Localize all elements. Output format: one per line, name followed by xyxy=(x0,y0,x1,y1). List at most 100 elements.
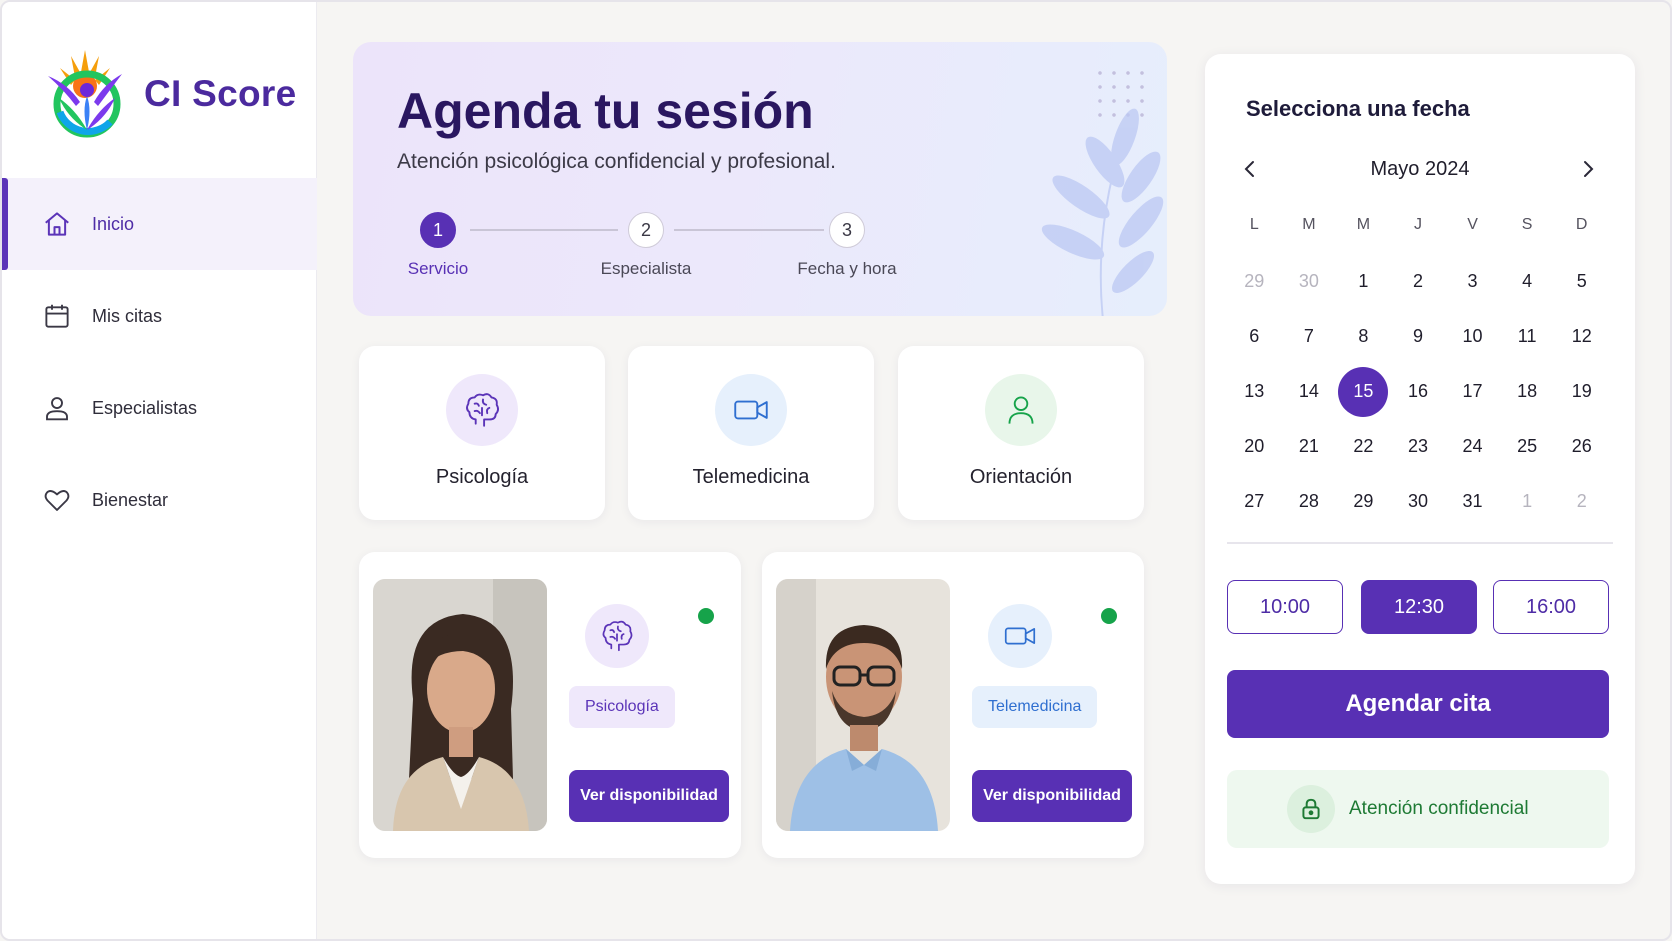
sidebar-item-especialistas[interactable]: Especialistas xyxy=(2,362,317,454)
calendar-day[interactable]: 30 xyxy=(1391,474,1446,529)
time-slot-button[interactable]: 10:00 xyxy=(1227,580,1343,634)
calendar-day[interactable]: 31 xyxy=(1445,474,1500,529)
calendar-day[interactable]: 28 xyxy=(1282,474,1337,529)
online-status-dot xyxy=(698,608,714,624)
calendar-day-number: 28 xyxy=(1298,491,1319,511)
calendar-day-number: 11 xyxy=(1517,326,1537,346)
calendar-grid: 29 30 1 2 3 4 5 6 7 8 9 10 11 12 13 14 15 16 17 18 19 20 21 22 2… xyxy=(1227,254,1609,529)
sidebar-nav: Inicio Mis citas Especialistas Bienestar xyxy=(2,178,317,546)
calendar-day-number: 19 xyxy=(1571,381,1592,401)
calendar-day-number: 16 xyxy=(1407,381,1428,401)
step-label: Especialista xyxy=(600,259,692,278)
sidebar-item-inicio[interactable]: Inicio xyxy=(2,178,317,270)
calendar-day[interactable]: 25 xyxy=(1500,419,1555,474)
calendar-day-number: 26 xyxy=(1571,436,1592,456)
view-availability-button[interactable]: Ver disponibilidad xyxy=(972,770,1132,822)
calendar-day[interactable]: 27 xyxy=(1227,474,1282,529)
sidebar-item-bienestar[interactable]: Bienestar xyxy=(2,454,317,546)
sidebar-item-label: Bienestar xyxy=(92,489,169,510)
specialist-card: Telemedicina Ver disponibilidad xyxy=(762,552,1144,858)
chevron-right-icon xyxy=(1584,161,1594,177)
time-slot-button[interactable]: 16:00 xyxy=(1493,580,1609,634)
sidebar-item-label: Especialistas xyxy=(92,397,198,418)
weekday-label: M xyxy=(1356,216,1371,233)
step-servicio[interactable]: 1 Servicio xyxy=(403,212,473,279)
calendar-day[interactable]: 2 xyxy=(1554,474,1609,529)
sidebar: CI Score Inicio Mis citas Especialistas xyxy=(2,2,317,939)
calendar-day[interactable]: 17 xyxy=(1445,364,1500,419)
page-subtitle: Atención psicológica confidencial y prof… xyxy=(397,150,836,173)
calendar-day[interactable]: 18 xyxy=(1500,364,1555,419)
calendar-day[interactable]: 13 xyxy=(1227,364,1282,419)
view-availability-button[interactable]: Ver disponibilidad xyxy=(569,770,729,822)
step-label: Fecha y hora xyxy=(797,259,897,278)
calendar-day[interactable]: 12 xyxy=(1554,309,1609,364)
book-appointment-button[interactable]: Agendar cita xyxy=(1227,670,1609,738)
service-label: Orientación xyxy=(969,466,1073,488)
calendar-day[interactable]: 10 xyxy=(1445,309,1500,364)
step-especialista[interactable]: 2 Especialista xyxy=(596,212,696,279)
step-number: 2 xyxy=(628,212,664,248)
service-card-psicologia[interactable]: Psicología xyxy=(359,346,605,520)
sidebar-item-label: Inicio xyxy=(92,213,135,234)
heart-icon xyxy=(44,490,70,511)
person-icon xyxy=(985,374,1057,446)
calendar-day[interactable]: 3 xyxy=(1445,254,1500,309)
weekday-label: V xyxy=(1467,216,1478,233)
calendar-day[interactable]: 6 xyxy=(1227,309,1282,364)
specialist-photo xyxy=(373,579,547,831)
user-icon xyxy=(46,397,68,421)
calendar-day[interactable]: 21 xyxy=(1282,419,1337,474)
calendar-day[interactable]: 4 xyxy=(1500,254,1555,309)
calendar-day-number: 31 xyxy=(1462,491,1483,511)
weekday-header: LMMJVSD xyxy=(1227,216,1609,234)
calendar-day[interactable]: 16 xyxy=(1391,364,1446,419)
weekday-label: J xyxy=(1413,216,1422,233)
calendar-day[interactable]: 7 xyxy=(1282,309,1337,364)
calendar-day[interactable]: 20 xyxy=(1227,419,1282,474)
calendar-day-number: 9 xyxy=(1412,326,1423,346)
calendar-day[interactable]: 1 xyxy=(1500,474,1555,529)
calendar-day[interactable]: 5 xyxy=(1554,254,1609,309)
calendar-day[interactable]: 30 xyxy=(1282,254,1337,309)
calendar-day-number: 12 xyxy=(1571,326,1592,346)
service-card-orientacion[interactable]: Orientación xyxy=(898,346,1144,520)
calendar-day-number: 27 xyxy=(1244,491,1265,511)
next-month-button[interactable] xyxy=(1573,154,1603,184)
calendar-day[interactable]: 29 xyxy=(1227,254,1282,309)
calendar-day-number: 10 xyxy=(1462,326,1483,346)
step-number: 1 xyxy=(420,212,456,248)
calendar-day[interactable]: 8 xyxy=(1336,309,1391,364)
calendar-day-number: 6 xyxy=(1249,326,1260,346)
calendar-day-number: 23 xyxy=(1407,436,1428,456)
specialty-tag: Telemedicina xyxy=(972,686,1098,728)
calendar-day-selected[interactable]: 15 xyxy=(1336,364,1391,419)
calendar-day[interactable]: 11 xyxy=(1500,309,1555,364)
step-number: 3 xyxy=(829,212,865,248)
calendar-day[interactable]: 23 xyxy=(1391,419,1446,474)
step-fecha-hora[interactable]: 3 Fecha y hora xyxy=(797,212,897,279)
logo: CI Score xyxy=(38,46,297,142)
calendar-day[interactable]: 22 xyxy=(1336,419,1391,474)
calendar-day[interactable]: 2 xyxy=(1391,254,1446,309)
specialist-card: Psicología Ver disponibilidad xyxy=(359,552,741,858)
calendar-day[interactable]: 29 xyxy=(1336,474,1391,529)
calendar-day[interactable]: 9 xyxy=(1391,309,1446,364)
calendar-day[interactable]: 24 xyxy=(1445,419,1500,474)
brain-icon xyxy=(446,374,518,446)
calendar-day[interactable]: 14 xyxy=(1282,364,1337,419)
calendar-day-number: 17 xyxy=(1462,381,1483,401)
calendar-day-number: 13 xyxy=(1244,381,1265,401)
page-title: Agenda tu sesión xyxy=(397,83,814,139)
lock-icon xyxy=(1287,785,1335,833)
calendar-day-number: 29 xyxy=(1353,491,1374,511)
sidebar-item-mis-citas[interactable]: Mis citas xyxy=(2,270,317,362)
calendar-day-number: 30 xyxy=(1407,491,1428,511)
service-label: Psicología xyxy=(435,466,529,488)
calendar-day[interactable]: 19 xyxy=(1554,364,1609,419)
time-slot-button[interactable]: 12:30 xyxy=(1361,580,1477,634)
specialist-photo xyxy=(776,579,950,831)
service-card-telemedicina[interactable]: Telemedicina xyxy=(628,346,874,520)
calendar-day[interactable]: 1 xyxy=(1336,254,1391,309)
calendar-day[interactable]: 26 xyxy=(1554,419,1609,474)
